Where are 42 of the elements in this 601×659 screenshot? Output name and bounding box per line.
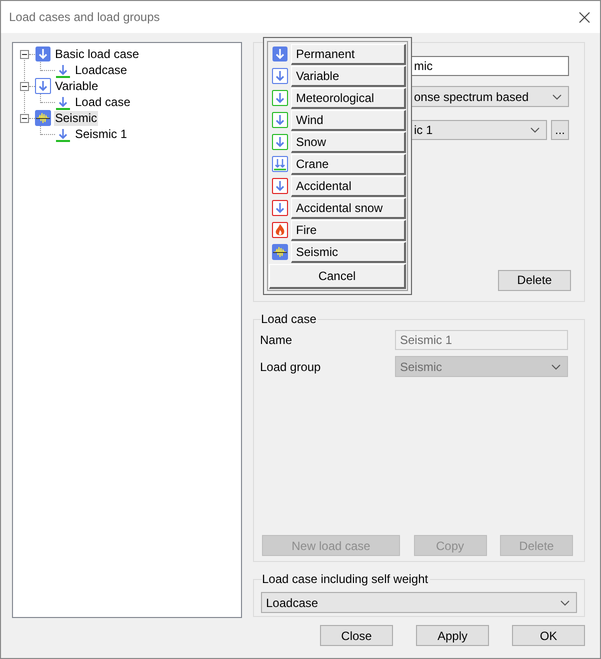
browse-button[interactable]: ... — [551, 120, 569, 140]
dialog-button[interactable]: OK — [512, 625, 585, 646]
menu-item[interactable]: Seismic — [291, 242, 406, 262]
tree-item[interactable]: Load case — [74, 94, 132, 110]
collapse-toggle[interactable] — [20, 50, 29, 58]
tree-item[interactable]: Loadcase — [74, 62, 128, 78]
tree-item[interactable]: Variable — [54, 78, 100, 94]
menu-item[interactable]: Fire — [291, 220, 406, 240]
chevron-down-icon — [530, 127, 540, 133]
tree-item[interactable]: Seismic 1 — [74, 126, 128, 142]
flame-icon — [272, 222, 288, 238]
field-label: Load group — [260, 358, 322, 376]
menu-item[interactable]: Accidental snow — [291, 198, 406, 218]
down-arrow-icon — [55, 94, 71, 110]
wave-icon — [272, 244, 288, 260]
field-label: Name — [260, 332, 294, 349]
dialog-button[interactable]: Close — [320, 625, 393, 646]
group-title: Load case including self weight — [262, 571, 430, 588]
down-arrow-icon — [55, 126, 71, 142]
close-icon[interactable] — [579, 12, 590, 22]
down-arrow-icon — [55, 62, 71, 78]
delete-button[interactable]: Delete — [498, 270, 571, 290]
chevron-down-icon — [551, 364, 561, 370]
menu-item[interactable]: Accidental — [291, 176, 406, 196]
chevron-down-icon — [552, 94, 562, 100]
cancel-button[interactable]: Cancel — [269, 264, 406, 289]
menu-item[interactable]: Crane — [291, 154, 406, 174]
menu-item[interactable]: Permanent — [291, 44, 406, 64]
menu-item[interactable]: Variable — [291, 66, 406, 86]
collapse-toggle[interactable] — [20, 82, 29, 90]
wave-icon — [35, 110, 51, 126]
tree-item[interactable]: Basic load case — [54, 46, 140, 62]
menu-item[interactable]: Meteorological — [291, 88, 406, 108]
chevron-down-icon — [560, 600, 570, 606]
menu-item[interactable]: Snow — [291, 132, 406, 152]
dropdown[interactable]: Loadcase — [261, 592, 577, 613]
collapse-toggle[interactable] — [20, 114, 29, 122]
window-title: Load cases and load groups — [9, 9, 160, 26]
group-title: Load case — [261, 311, 318, 328]
tree-item[interactable]: Seismic — [54, 110, 98, 126]
dialog-button[interactable]: Apply — [416, 625, 489, 646]
menu-item[interactable]: Wind — [291, 110, 406, 130]
